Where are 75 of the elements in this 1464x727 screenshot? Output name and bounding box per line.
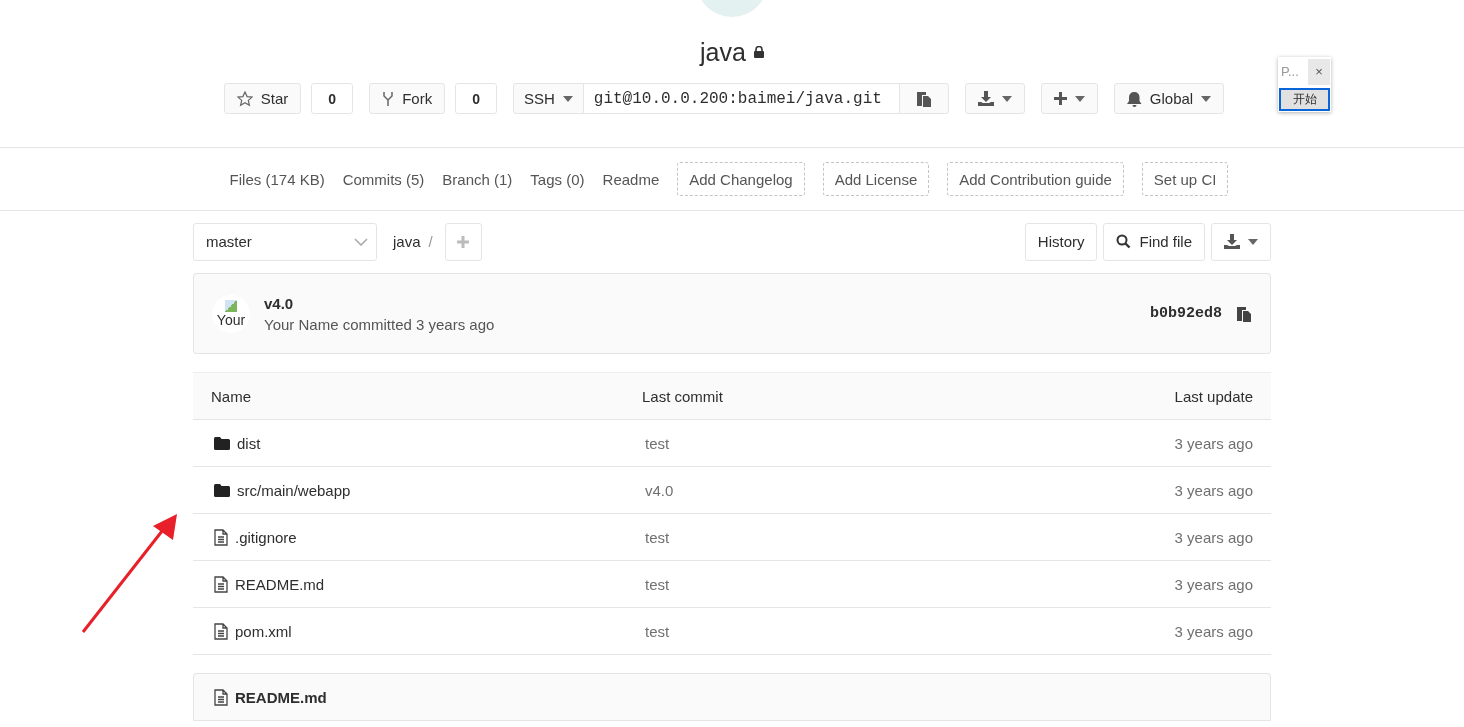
last-update-cell-text: 3 years ago xyxy=(1173,528,1253,546)
breadcrumb-separator: / xyxy=(428,233,433,250)
commit-message-link[interactable]: v4.0 xyxy=(645,481,1053,499)
file-icon xyxy=(214,688,228,706)
column-header: Last commit xyxy=(642,387,724,405)
stat-link[interactable]: Readme xyxy=(602,170,660,188)
download-icon xyxy=(1224,234,1240,249)
file-name-link[interactable]: README.md xyxy=(235,575,325,593)
star-button[interactable]: Star xyxy=(223,83,302,114)
caret-icon xyxy=(1001,95,1012,102)
clone-url-field[interactable]: git@10.0.0.200:baimei/java.git xyxy=(583,83,899,114)
file-icon xyxy=(214,528,228,546)
start-button[interactable]: 开始 xyxy=(1279,88,1330,111)
folder-icon xyxy=(214,483,230,497)
file-icon xyxy=(214,575,228,593)
notification-dropdown[interactable]: Global xyxy=(1113,83,1225,114)
file-name-link[interactable]: dist xyxy=(237,434,261,452)
caret-icon xyxy=(1074,95,1085,102)
file-name-link[interactable]: .gitignore xyxy=(235,528,297,546)
add-file-button[interactable]: Set up CI xyxy=(1141,162,1229,196)
find-file-button[interactable]: Find file xyxy=(1103,222,1205,261)
star-count[interactable]: 0 xyxy=(311,83,354,114)
stat-link[interactable]: Branch (1) xyxy=(442,170,513,188)
stat-link[interactable]: Files (174 KB) xyxy=(229,170,325,188)
clipboard-icon[interactable] xyxy=(1236,305,1252,322)
plus-icon xyxy=(1053,92,1067,105)
caret-icon xyxy=(1248,238,1258,245)
protocol-dropdown[interactable]: SSH xyxy=(512,83,584,114)
download-dropdown[interactable] xyxy=(1211,222,1271,261)
caret-icon xyxy=(1201,95,1212,102)
last-update-cell-text: 3 years ago xyxy=(1173,434,1253,452)
star-icon xyxy=(236,90,253,107)
download-icon xyxy=(977,91,994,106)
breadcrumb-link[interactable]: java xyxy=(393,233,421,250)
commit-message-link[interactable]: test xyxy=(645,575,1053,593)
branch-dropdown[interactable]: master xyxy=(193,222,377,261)
popup-title: P... xyxy=(1280,64,1299,79)
bell-icon xyxy=(1126,90,1142,107)
commit-message-link[interactable]: test xyxy=(645,434,1053,452)
broken-image-icon xyxy=(225,299,237,312)
last-update-cell-text: 3 years ago xyxy=(1173,481,1253,499)
plus-icon xyxy=(457,235,470,248)
stat-link[interactable]: Tags (0) xyxy=(530,170,585,188)
fork-button[interactable]: Fork xyxy=(369,83,446,114)
fork-icon xyxy=(382,90,395,107)
last-update-cell-text: 3 years ago xyxy=(1173,575,1253,593)
caret-icon xyxy=(562,95,573,102)
column-header: Name xyxy=(211,387,252,405)
clipboard-icon xyxy=(915,90,932,107)
commit-sha[interactable]: b0b92ed8 xyxy=(1150,305,1222,322)
copy-button[interactable] xyxy=(898,83,949,114)
avatar-alt-text: Your xyxy=(216,311,246,328)
file-icon xyxy=(214,622,228,640)
commit-author: Your Name committed 3 years ago xyxy=(264,315,495,333)
chevron-icon xyxy=(354,237,368,246)
fork-count[interactable]: 0 xyxy=(455,83,497,114)
close-button[interactable]: × xyxy=(1308,58,1330,85)
search-icon xyxy=(1116,234,1132,249)
stat-link[interactable]: Commits (5) xyxy=(342,170,425,188)
project-title: java xyxy=(700,37,746,67)
folder-icon xyxy=(214,436,230,450)
last-update-cell-text: 3 years ago xyxy=(1173,622,1253,640)
new-dropdown[interactable] xyxy=(1040,83,1098,114)
commit-message-link[interactable]: test xyxy=(645,528,1053,546)
add-file-button[interactable]: Add Changelog xyxy=(677,162,805,196)
file-name-link[interactable]: src/main/webapp xyxy=(237,481,351,499)
commit-title[interactable]: v4.0 xyxy=(264,294,495,312)
file-name-link[interactable]: pom.xml xyxy=(235,622,292,640)
readme-title: README.md xyxy=(235,688,327,706)
history-button[interactable]: History xyxy=(1024,222,1098,261)
add-file-button[interactable]: Add License xyxy=(822,162,930,196)
download-dropdown[interactable] xyxy=(964,83,1025,114)
add-file-button[interactable]: Add Contribution guide xyxy=(947,162,1124,196)
commit-message-link[interactable]: test xyxy=(645,622,1053,640)
column-header: Last update xyxy=(1173,387,1253,405)
